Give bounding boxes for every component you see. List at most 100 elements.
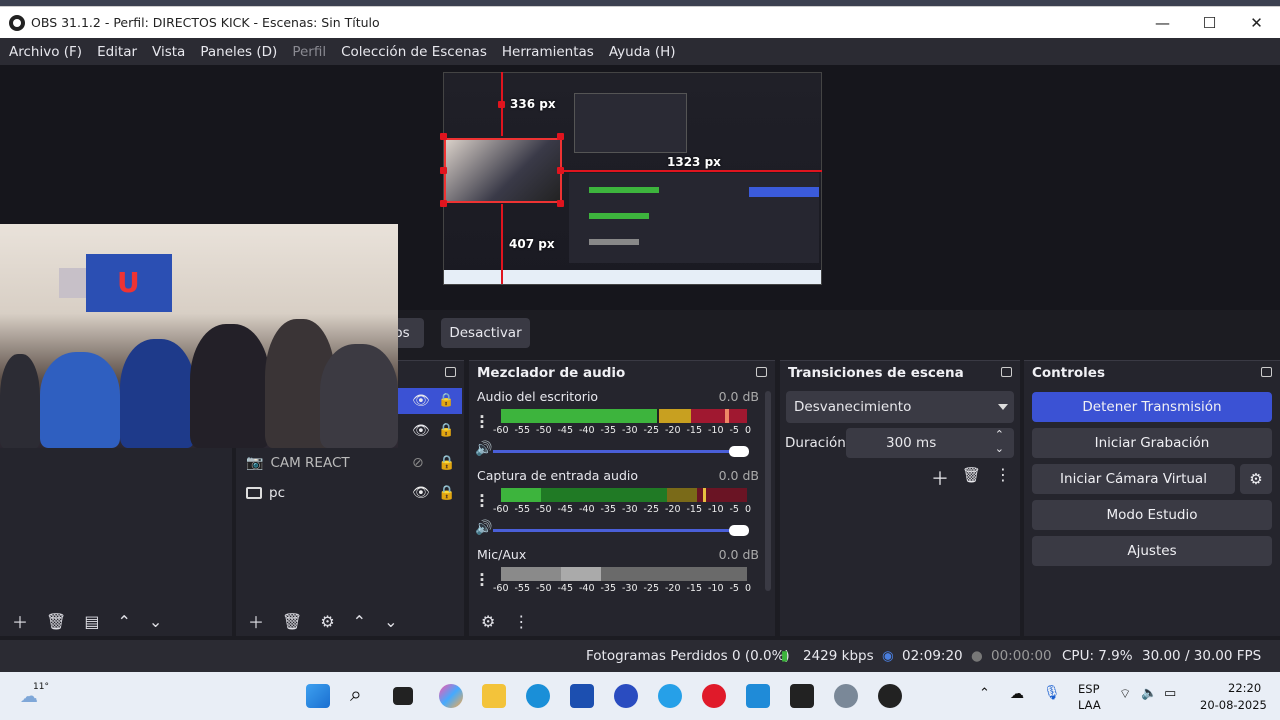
deactivate-button[interactable]: Desactivar — [441, 318, 530, 348]
menu-perfil[interactable]: Perfil — [292, 44, 326, 60]
language-bottom[interactable]: LAA — [1078, 698, 1101, 712]
start-recording-button[interactable]: Iniciar Grabación — [1032, 428, 1272, 458]
menu-ayuda[interactable]: Ayuda (H) — [609, 44, 676, 60]
file-explorer-icon[interactable] — [482, 684, 506, 708]
transition-menu-icon[interactable]: ⋮ — [995, 465, 1011, 484]
lock-icon[interactable]: 🔒 — [438, 455, 455, 471]
lock-icon[interactable]: 🔒 — [438, 393, 454, 408]
menu-archivo[interactable]: Archivo (F) — [9, 44, 82, 60]
lock-icon[interactable]: 🔒 — [438, 423, 454, 438]
tray-chevron-up-icon[interactable]: ⌃ — [979, 686, 990, 701]
language-top[interactable]: ESP — [1078, 682, 1100, 696]
close-button[interactable]: ✕ — [1233, 7, 1280, 39]
source-properties-icon[interactable]: ⚙ — [320, 612, 334, 631]
volume-slider[interactable] — [493, 446, 749, 457]
virtual-cam-settings-gear-icon[interactable]: ⚙ — [1240, 464, 1272, 494]
task-view-icon[interactable] — [393, 687, 413, 705]
volume-slider[interactable] — [493, 525, 749, 536]
crop-handle-l[interactable] — [440, 167, 447, 174]
clock-date[interactable]: 20-08-2025 — [1200, 698, 1267, 712]
crop-handle-r[interactable] — [557, 167, 564, 174]
stop-stream-button[interactable]: Detener Transmisión — [1032, 392, 1272, 422]
mixer-scrollbar[interactable] — [765, 391, 771, 591]
start-virtual-cam-button[interactable]: Iniciar Cámara Virtual — [1032, 464, 1235, 494]
undock-icon[interactable] — [1261, 367, 1272, 377]
move-down-icon[interactable]: ⌄ — [149, 612, 162, 631]
undock-icon[interactable] — [445, 367, 456, 377]
move-up-icon[interactable]: ⌃ — [353, 612, 366, 631]
speaker-icon[interactable]: 🔊 — [475, 441, 492, 457]
remove-scene-icon[interactable]: 🗑 — [46, 612, 66, 631]
crop-handle-bl[interactable] — [440, 200, 447, 207]
speaker-icon[interactable]: 🔊 — [475, 520, 492, 536]
maximize-button[interactable]: ☐ — [1186, 7, 1233, 39]
wifi-icon[interactable]: ⌔ — [1119, 686, 1131, 702]
mixer-menu-icon[interactable]: ⋮ — [513, 612, 529, 631]
transition-select[interactable]: Desvanecimiento — [786, 391, 1014, 423]
eye-icon[interactable]: 👁 — [412, 485, 430, 501]
channel-menu-icon[interactable]: · · · — [477, 410, 487, 435]
eye-icon[interactable]: 👁 — [412, 423, 430, 439]
microphone-icon[interactable]: 🎙 — [1043, 685, 1061, 701]
guide-handle[interactable] — [498, 101, 505, 108]
source-row-pc[interactable]: pc 👁 🔒 — [246, 479, 466, 507]
obs-taskbar-icon[interactable] — [878, 684, 902, 708]
search-icon[interactable]: ⌕ — [350, 682, 362, 707]
window-title: OBS 31.1.2 - Perfil: DIRECTOS KICK - Esc… — [31, 15, 380, 30]
settings-button[interactable]: Ajustes — [1032, 536, 1272, 566]
remove-transition-icon[interactable]: 🗑 — [962, 466, 981, 484]
volume-slider-handle[interactable] — [729, 525, 749, 536]
volume-icon[interactable]: 🔈 — [1141, 686, 1157, 701]
remove-source-icon[interactable]: 🗑 — [282, 612, 302, 631]
advanced-audio-icon[interactable]: ⚙ — [481, 612, 495, 631]
undock-icon[interactable] — [756, 367, 767, 377]
volume-slider-handle[interactable] — [729, 446, 749, 457]
duration-label: Duración — [785, 435, 846, 451]
menu-coleccion-escenas[interactable]: Colección de Escenas — [341, 44, 487, 60]
store-icon[interactable] — [570, 684, 594, 708]
clock-app-icon[interactable] — [790, 684, 814, 708]
channel-menu-icon[interactable]: · · · — [477, 568, 487, 593]
settings-gear-icon[interactable] — [834, 684, 858, 708]
battery-icon[interactable]: ▭ — [1164, 686, 1176, 701]
move-down-icon[interactable]: ⌄ — [384, 612, 397, 631]
chrome-icon[interactable] — [658, 684, 682, 708]
opera-icon[interactable] — [702, 684, 726, 708]
eye-hidden-icon[interactable]: ⊘ — [412, 455, 424, 471]
preview-meter — [589, 213, 649, 219]
channel-menu-icon[interactable]: · · · — [477, 489, 487, 514]
copilot-icon[interactable] — [439, 684, 463, 708]
menu-vista[interactable]: Vista — [152, 44, 185, 60]
minimize-button[interactable]: — — [1139, 7, 1186, 39]
lock-icon[interactable]: 🔒 — [438, 485, 455, 501]
spin-down-icon[interactable]: ⌄ — [995, 434, 1004, 464]
person — [40, 352, 120, 448]
crop-handle-tr[interactable] — [557, 133, 564, 140]
scenes-footer: ＋ 🗑 ▤ ⌃ ⌄ — [0, 606, 232, 636]
edge-icon[interactable] — [526, 684, 550, 708]
photos-icon[interactable] — [746, 684, 770, 708]
crop-handle-tl[interactable] — [440, 133, 447, 140]
duration-input[interactable]: 300 ms ⌃ ⌄ — [846, 428, 1014, 458]
preview-meter — [589, 187, 659, 193]
windows-start-icon[interactable] — [306, 684, 330, 708]
menu-editar[interactable]: Editar — [97, 44, 137, 60]
hp-icon[interactable] — [614, 684, 638, 708]
menu-herramientas[interactable]: Herramientas — [502, 44, 594, 60]
add-scene-icon[interactable]: ＋ — [12, 609, 28, 633]
studio-mode-button[interactable]: Modo Estudio — [1032, 500, 1272, 530]
onedrive-icon[interactable]: ☁ — [1010, 686, 1024, 702]
add-transition-icon[interactable]: ＋ — [931, 465, 949, 491]
source-row-cam-react[interactable]: 📷 CAM REACT ⊘ 🔒 — [246, 449, 466, 477]
add-source-icon[interactable]: ＋ — [248, 609, 264, 633]
weather-temp: 11° — [33, 682, 49, 692]
filters-icon[interactable]: ▤ — [84, 612, 99, 631]
clock-time[interactable]: 22:20 — [1228, 681, 1261, 695]
channel-db: 0.0 dB — [718, 547, 759, 562]
undock-icon[interactable] — [1001, 367, 1012, 377]
move-up-icon[interactable]: ⌃ — [117, 612, 130, 631]
eye-icon[interactable]: 👁 — [412, 393, 430, 409]
crop-handle-br[interactable] — [557, 200, 564, 207]
menu-paneles[interactable]: Paneles (D) — [200, 44, 277, 60]
mixer-channel-input: Captura de entrada audio 0.0 dB — [477, 468, 759, 486]
